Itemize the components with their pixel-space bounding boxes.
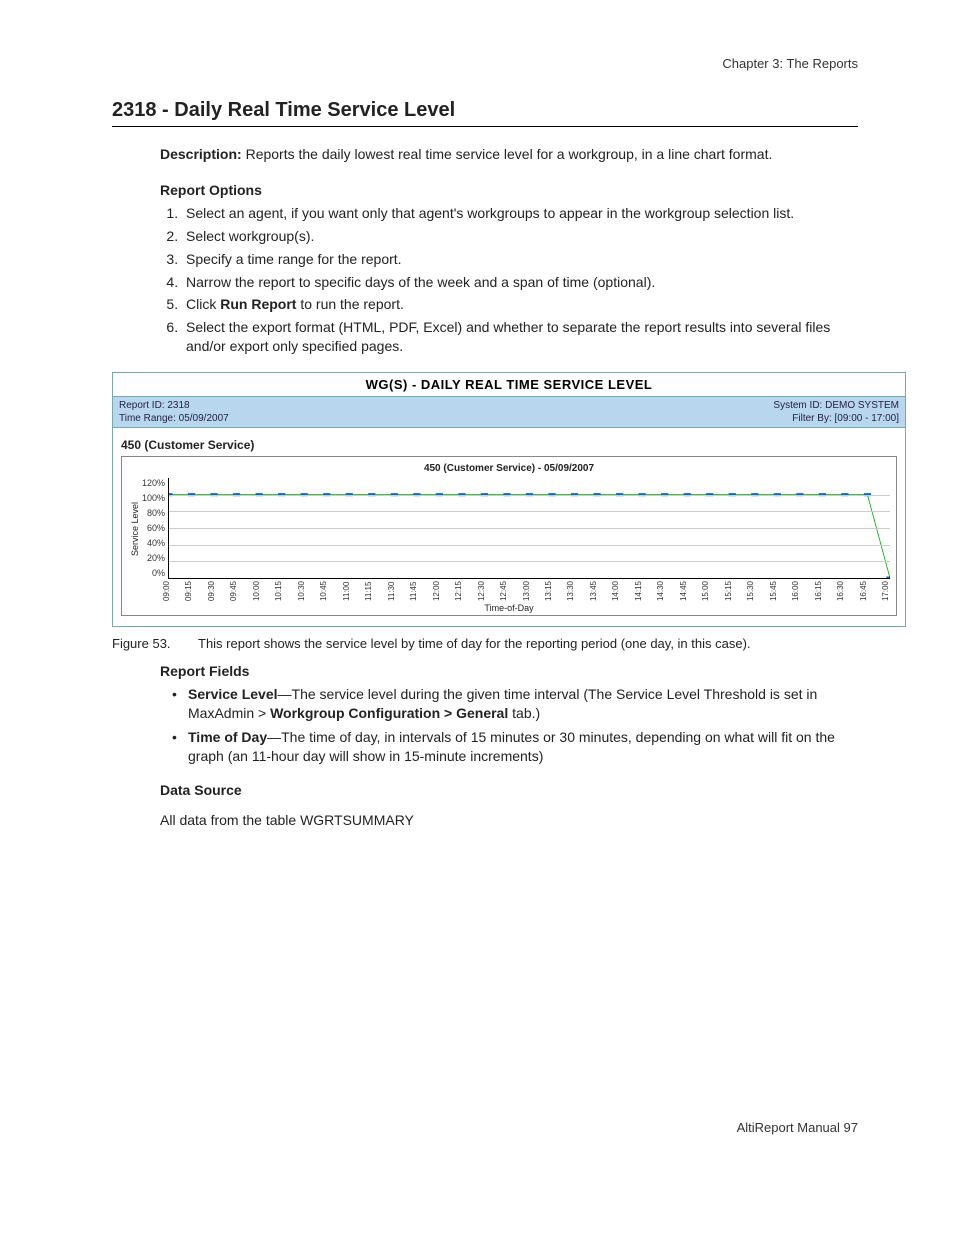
report-field-item: Time of Day—The time of day, in interval… [188, 728, 858, 766]
report-option-item: Select workgroup(s). [182, 227, 858, 246]
chart-x-axis: 09:0009:1509:3009:4510:0010:1510:3010:45… [128, 581, 890, 601]
report-option-item: Narrow the report to specific days of th… [182, 273, 858, 292]
report-meta-bar: Report ID: 2318 Time Range: 05/09/2007 S… [113, 397, 905, 428]
description-label: Description: [160, 146, 242, 162]
report-fields-list: Service Level—The service level during t… [160, 685, 858, 767]
report-time-range: Time Range: 05/09/2007 [119, 412, 229, 425]
chapter-header: Chapter 3: The Reports [112, 56, 858, 71]
report-option-item: Select an agent, if you want only that a… [182, 204, 858, 223]
figure-caption: Figure 53. This report shows the service… [112, 635, 906, 653]
report-options-list: Select an agent, if you want only that a… [182, 204, 858, 356]
page-title: 2318 - Daily Real Time Service Level [112, 99, 858, 122]
footer-page-number: 97 [844, 1120, 858, 1135]
report-fields-heading: Report Fields [160, 663, 858, 679]
report-system-id: System ID: DEMO SYSTEM [773, 399, 899, 412]
report-id: Report ID: 2318 [119, 399, 229, 412]
figure-number: Figure 53. [112, 635, 198, 653]
report-title-bar: WG(S) - DAILY REAL TIME SERVICE LEVEL [113, 373, 905, 397]
chart-frame: 450 (Customer Service) - 05/09/2007 Serv… [121, 456, 897, 616]
report-options-heading: Report Options [160, 182, 858, 198]
figure-caption-text: This report shows the service level by t… [198, 635, 906, 653]
chart-y-axis: 120%100%80%60%40%20%0% [142, 478, 168, 578]
data-source-heading: Data Source [160, 782, 858, 798]
page-footer: AltiReport Manual 97 [737, 1120, 858, 1135]
chart-plot-area [168, 478, 890, 579]
footer-manual: AltiReport Manual [737, 1120, 844, 1135]
report-field-item: Service Level—The service level during t… [188, 685, 858, 723]
workgroup-name: 450 (Customer Service) [113, 428, 905, 456]
report-filter: Filter By: [09:00 - 17:00] [773, 412, 899, 425]
data-source-text: All data from the table WGRTSUMMARY [160, 812, 858, 828]
title-rule [112, 126, 858, 127]
report-screenshot: WG(S) - DAILY REAL TIME SERVICE LEVEL Re… [112, 372, 906, 653]
chart-ylabel: Service Level [128, 478, 142, 579]
chart-xlabel: Time-of-Day [128, 603, 890, 613]
description: Description: Reports the daily lowest re… [160, 145, 858, 164]
report-option-item: Specify a time range for the report. [182, 250, 858, 269]
report-option-item: Click Run Report to run the report. [182, 295, 858, 314]
chart-title: 450 (Customer Service) - 05/09/2007 [128, 463, 890, 474]
report-option-item: Select the export format (HTML, PDF, Exc… [182, 318, 858, 356]
description-text: Reports the daily lowest real time servi… [242, 146, 773, 162]
